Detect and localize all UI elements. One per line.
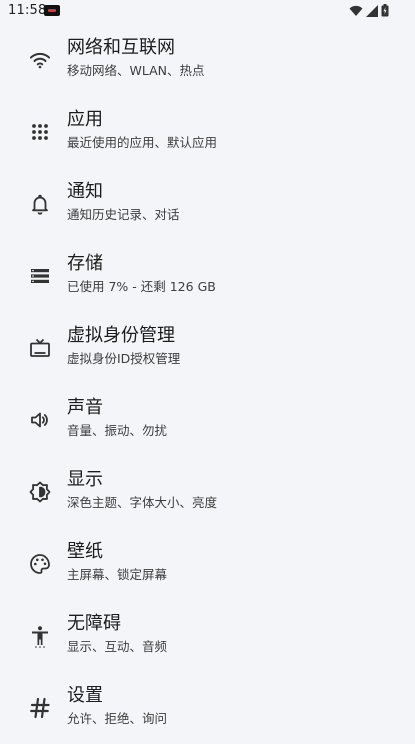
- hash-icon: [28, 696, 52, 720]
- apps-grid-icon: [28, 120, 52, 144]
- status-bar: 11:58: [0, 0, 415, 24]
- cellular-signal-icon: [366, 4, 378, 17]
- settings-item-notifications[interactable]: 通知 通知历史记录、对话: [0, 176, 415, 240]
- settings-item-subtitle: 主屏幕、锁定屏幕: [67, 567, 168, 582]
- settings-item-subtitle: 音量、振动、勿扰: [67, 423, 168, 438]
- settings-item-title: 显示: [67, 469, 103, 490]
- settings-item-network[interactable]: 网络和互联网 移动网络、WLAN、热点: [0, 32, 415, 96]
- settings-item-title: 网络和互联网: [67, 37, 175, 58]
- settings-item-display[interactable]: 显示 深色主题、字体大小、亮度: [0, 464, 415, 528]
- status-time: 11:58: [8, 3, 47, 18]
- settings-item-subtitle: 虚拟身份ID授权管理: [67, 351, 181, 366]
- speaker-icon: [28, 408, 52, 432]
- settings-item-title: 应用: [67, 109, 103, 130]
- settings-item-title: 声音: [67, 397, 103, 418]
- palette-icon: [28, 552, 52, 576]
- settings-item-title: 无障碍: [67, 613, 121, 634]
- settings-item-title: 壁纸: [67, 541, 103, 562]
- settings-item-apps[interactable]: 应用 最近使用的应用、默认应用: [0, 104, 415, 168]
- battery-icon: [381, 4, 389, 17]
- settings-item-permissions[interactable]: 设置 允许、拒绝、询问: [0, 680, 415, 744]
- settings-item-title: 存储: [67, 253, 103, 274]
- settings-item-subtitle: 深色主题、字体大小、亮度: [67, 495, 218, 510]
- settings-item-storage[interactable]: 存储 已使用 7% - 还剩 126 GB: [0, 248, 415, 312]
- settings-item-title: 虚拟身份管理: [67, 325, 175, 346]
- settings-item-subtitle: 已使用 7% - 还剩 126 GB: [67, 279, 216, 294]
- settings-item-subtitle: 最近使用的应用、默认应用: [67, 135, 218, 150]
- settings-item-subtitle: 允许、拒绝、询问: [67, 711, 168, 726]
- wifi-icon: [28, 48, 52, 72]
- tv-icon: [28, 336, 52, 360]
- wifi-icon: [349, 5, 363, 16]
- settings-item-subtitle: 通知历史记录、对话: [67, 207, 180, 222]
- settings-item-sound[interactable]: 声音 音量、振动、勿扰: [0, 392, 415, 456]
- settings-item-title: 设置: [67, 685, 103, 706]
- bell-icon: [28, 192, 52, 216]
- notification-icon: [44, 5, 60, 16]
- settings-item-subtitle: 显示、互动、音频: [67, 639, 168, 654]
- accessibility-icon: [28, 624, 52, 648]
- settings-item-virtual-identity[interactable]: 虚拟身份管理 虚拟身份ID授权管理: [0, 320, 415, 384]
- status-icons: [349, 4, 389, 17]
- settings-item-wallpaper[interactable]: 壁纸 主屏幕、锁定屏幕: [0, 536, 415, 600]
- brightness-icon: [28, 480, 52, 504]
- storage-icon: [28, 264, 52, 288]
- settings-item-title: 通知: [67, 181, 103, 202]
- settings-item-subtitle: 移动网络、WLAN、热点: [67, 63, 205, 78]
- settings-item-accessibility[interactable]: 无障碍 显示、互动、音频: [0, 608, 415, 672]
